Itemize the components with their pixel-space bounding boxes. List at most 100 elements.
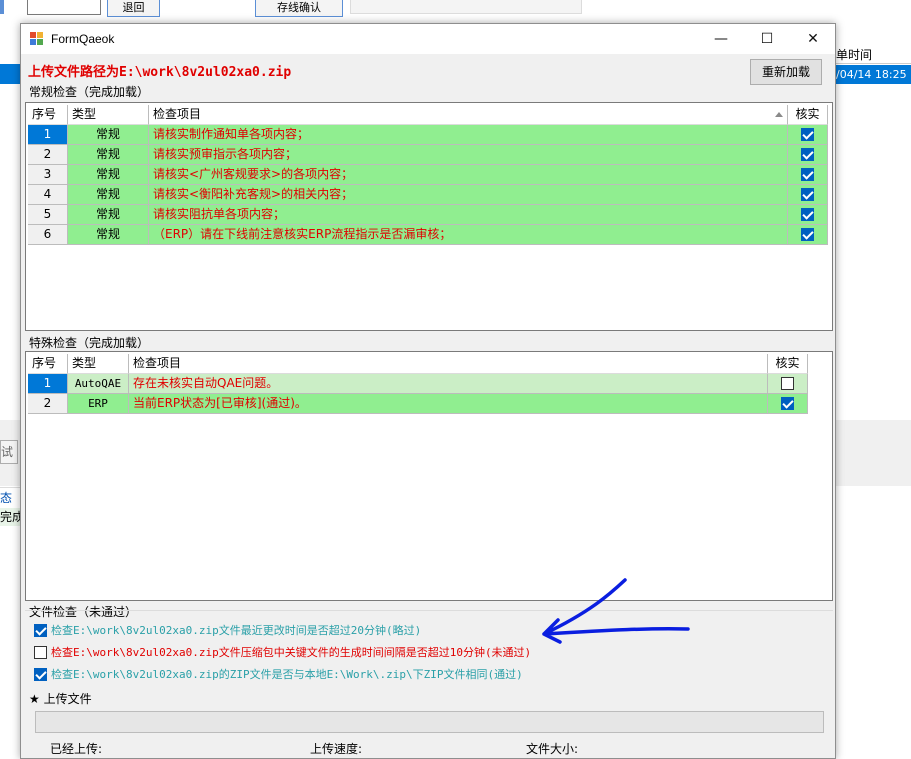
row-item[interactable]: 请核实制作通知单各项内容； [149, 125, 788, 145]
row-index[interactable]: 1 [28, 125, 68, 145]
window-title: FormQaeok [51, 32, 115, 46]
bg-side-state: 态 [0, 489, 20, 507]
table-row[interactable]: 6 常规 （ERP）请在下线前注意核实ERP流程指示是否漏审核； [28, 225, 828, 245]
row-verified[interactable] [788, 225, 828, 245]
bg-back-button[interactable]: 退回 [107, 0, 160, 17]
file-check-item[interactable]: 检查E:\work\8v2ul02xa0.zip文件最近更改时间是否超过20分钟… [34, 622, 421, 638]
row-index[interactable]: 2 [28, 145, 68, 165]
row-verified[interactable] [788, 165, 828, 185]
table-row[interactable]: 1 常规 请核实制作通知单各项内容； [28, 125, 828, 145]
header-item[interactable]: 检查项目 [149, 105, 788, 125]
row-type[interactable]: 常规 [68, 225, 149, 245]
checkbox-checked-icon[interactable] [801, 148, 814, 161]
row-index[interactable]: 3 [28, 165, 68, 185]
row-verified[interactable] [788, 145, 828, 165]
special-grid[interactable]: 序号 类型 检查项目 核实 1 AutoQAE 存在未核实自动QAE问题。 2 ERP 当… [25, 351, 833, 601]
maximize-button[interactable]: ☐ [744, 24, 790, 54]
header-type[interactable]: 类型 [68, 105, 149, 125]
checkbox-checked-icon[interactable] [801, 168, 814, 181]
checkbox-checked-icon[interactable] [34, 667, 47, 681]
row-verified[interactable] [768, 374, 808, 394]
table-row[interactable]: 2 常规 请核实预审指示各项内容； [28, 145, 828, 165]
row-type[interactable]: 常规 [68, 125, 149, 145]
row-type[interactable]: 常规 [68, 165, 149, 185]
routine-group-label: 常规检查（完成加载） [29, 85, 150, 99]
routine-grid-body: 序号 类型 检查项目 核实 1 常规 请核实制作通知单各项内容； 2 常规 请核实预审指示… [28, 105, 828, 245]
row-item[interactable]: 当前ERP状态为[已审核](通过)。 [129, 394, 768, 414]
special-grid-body: 序号 类型 检查项目 核实 1 AutoQAE 存在未核实自动QAE问题。 2 ERP 当… [28, 354, 808, 414]
routine-grid[interactable]: 序号 类型 检查项目 核实 1 常规 请核实制作通知单各项内容； 2 常规 请核实预审指示… [25, 102, 833, 331]
header-idx[interactable]: 序号 [28, 105, 68, 125]
uploaded-label: 已经上传: [50, 742, 103, 756]
row-verified[interactable] [788, 185, 828, 205]
upload-path-label: 上传文件路径为E:\work\8v2ul02xa0.zip [28, 65, 292, 80]
bg-online-confirm-button[interactable]: 存线确认 [255, 0, 343, 17]
header-idx[interactable]: 序号 [28, 354, 68, 374]
table-row[interactable]: 1 AutoQAE 存在未核实自动QAE问题。 [28, 374, 808, 394]
sort-up-icon [775, 112, 783, 117]
reload-button[interactable]: 重新加载 [750, 59, 822, 85]
title-bar[interactable]: FormQaeok — ☐ ✕ [21, 24, 835, 54]
bg-edge [0, 0, 4, 14]
row-verified[interactable] [768, 394, 808, 414]
row-type[interactable]: 常规 [68, 185, 149, 205]
formqaeok-dialog: FormQaeok — ☐ ✕ 上传文件路径为E:\work\8v2ul02xa… [20, 23, 836, 759]
checkbox-checked-icon[interactable] [34, 623, 47, 637]
upload-progress-bar [35, 711, 824, 733]
row-item[interactable]: 存在未核实自动QAE问题。 [129, 374, 768, 394]
close-button[interactable]: ✕ [790, 24, 836, 54]
row-index[interactable]: 4 [28, 185, 68, 205]
row-index[interactable]: 2 [28, 394, 68, 414]
upload-group-label: ★ 上传文件 [29, 692, 92, 706]
row-type[interactable]: 常规 [68, 205, 149, 225]
routine-header-row: 序号 类型 检查项目 核实 [28, 105, 828, 125]
table-row[interactable]: 4 常规 请核实<衡阳补充客规>的相关内容； [28, 185, 828, 205]
file-check-group-label: 文件检查（未通过） [29, 605, 138, 619]
header-verified[interactable]: 核实 [788, 105, 828, 125]
row-index[interactable]: 6 [28, 225, 68, 245]
bg-side-button[interactable]: 试 [0, 440, 18, 464]
row-index[interactable]: 5 [28, 205, 68, 225]
table-row[interactable]: 3 常规 请核实<广州客规要求>的各项内容； [28, 165, 828, 185]
file-check-text: 检查E:\work\8v2ul02xa0.zip的ZIP文件是否与本地E:\Wo… [51, 668, 523, 681]
file-check-item[interactable]: 检查E:\work\8v2ul02xa0.zip的ZIP文件是否与本地E:\Wo… [34, 666, 523, 682]
header-type[interactable]: 类型 [68, 354, 129, 374]
speed-label: 上传速度: [310, 742, 363, 756]
row-item[interactable]: 请核实<衡阳补充客规>的相关内容； [149, 185, 788, 205]
row-type[interactable]: AutoQAE [68, 374, 129, 394]
row-item[interactable]: （ERP）请在下线前注意核实ERP流程指示是否漏审核； [149, 225, 788, 245]
table-row[interactable]: 2 ERP 当前ERP状态为[已审核](通过)。 [28, 394, 808, 414]
checkbox-unchecked-icon[interactable] [34, 645, 47, 659]
row-index[interactable]: 1 [28, 374, 68, 394]
header-item-label: 检查项目 [153, 107, 202, 121]
header-verified[interactable]: 核实 [768, 354, 808, 374]
row-verified[interactable] [788, 205, 828, 225]
checkbox-checked-icon[interactable] [801, 208, 814, 221]
file-check-item[interactable]: 检查E:\work\8v2ul02xa0.zip文件压缩包中关键文件的生成时间间… [34, 644, 531, 660]
row-type[interactable]: 常规 [68, 145, 149, 165]
checkbox-checked-icon[interactable] [781, 397, 794, 410]
checkbox-checked-icon[interactable] [801, 128, 814, 141]
row-item[interactable]: 请核实阻抗单各项内容； [149, 205, 788, 225]
bg-side-done: 完成/ [0, 508, 20, 526]
special-header-row: 序号 类型 检查项目 核实 [28, 354, 808, 374]
special-group-label: 特殊检查（完成加载） [29, 336, 150, 350]
checkbox-checked-icon[interactable] [801, 188, 814, 201]
checkbox-checked-icon[interactable] [801, 228, 814, 241]
bg-row-time: /04/14 18:25 [836, 65, 911, 84]
row-verified[interactable] [788, 125, 828, 145]
bg-col-time: 单时间 [836, 46, 911, 64]
bg-divider [0, 487, 20, 488]
row-item[interactable]: 请核实<广州客规要求>的各项内容； [149, 165, 788, 185]
bg-selected-row-left [0, 64, 20, 84]
minimize-button[interactable]: — [698, 24, 744, 54]
row-item[interactable]: 请核实预审指示各项内容； [149, 145, 788, 165]
size-label: 文件大小: [526, 742, 579, 756]
table-row[interactable]: 5 常规 请核实阻抗单各项内容； [28, 205, 828, 225]
bg-input[interactable] [27, 0, 101, 15]
app-icon [30, 32, 44, 45]
header-item[interactable]: 检查项目 [129, 354, 768, 374]
row-type[interactable]: ERP [68, 394, 129, 414]
checkbox-unchecked-icon[interactable] [781, 377, 794, 390]
bg-field [350, 0, 582, 14]
